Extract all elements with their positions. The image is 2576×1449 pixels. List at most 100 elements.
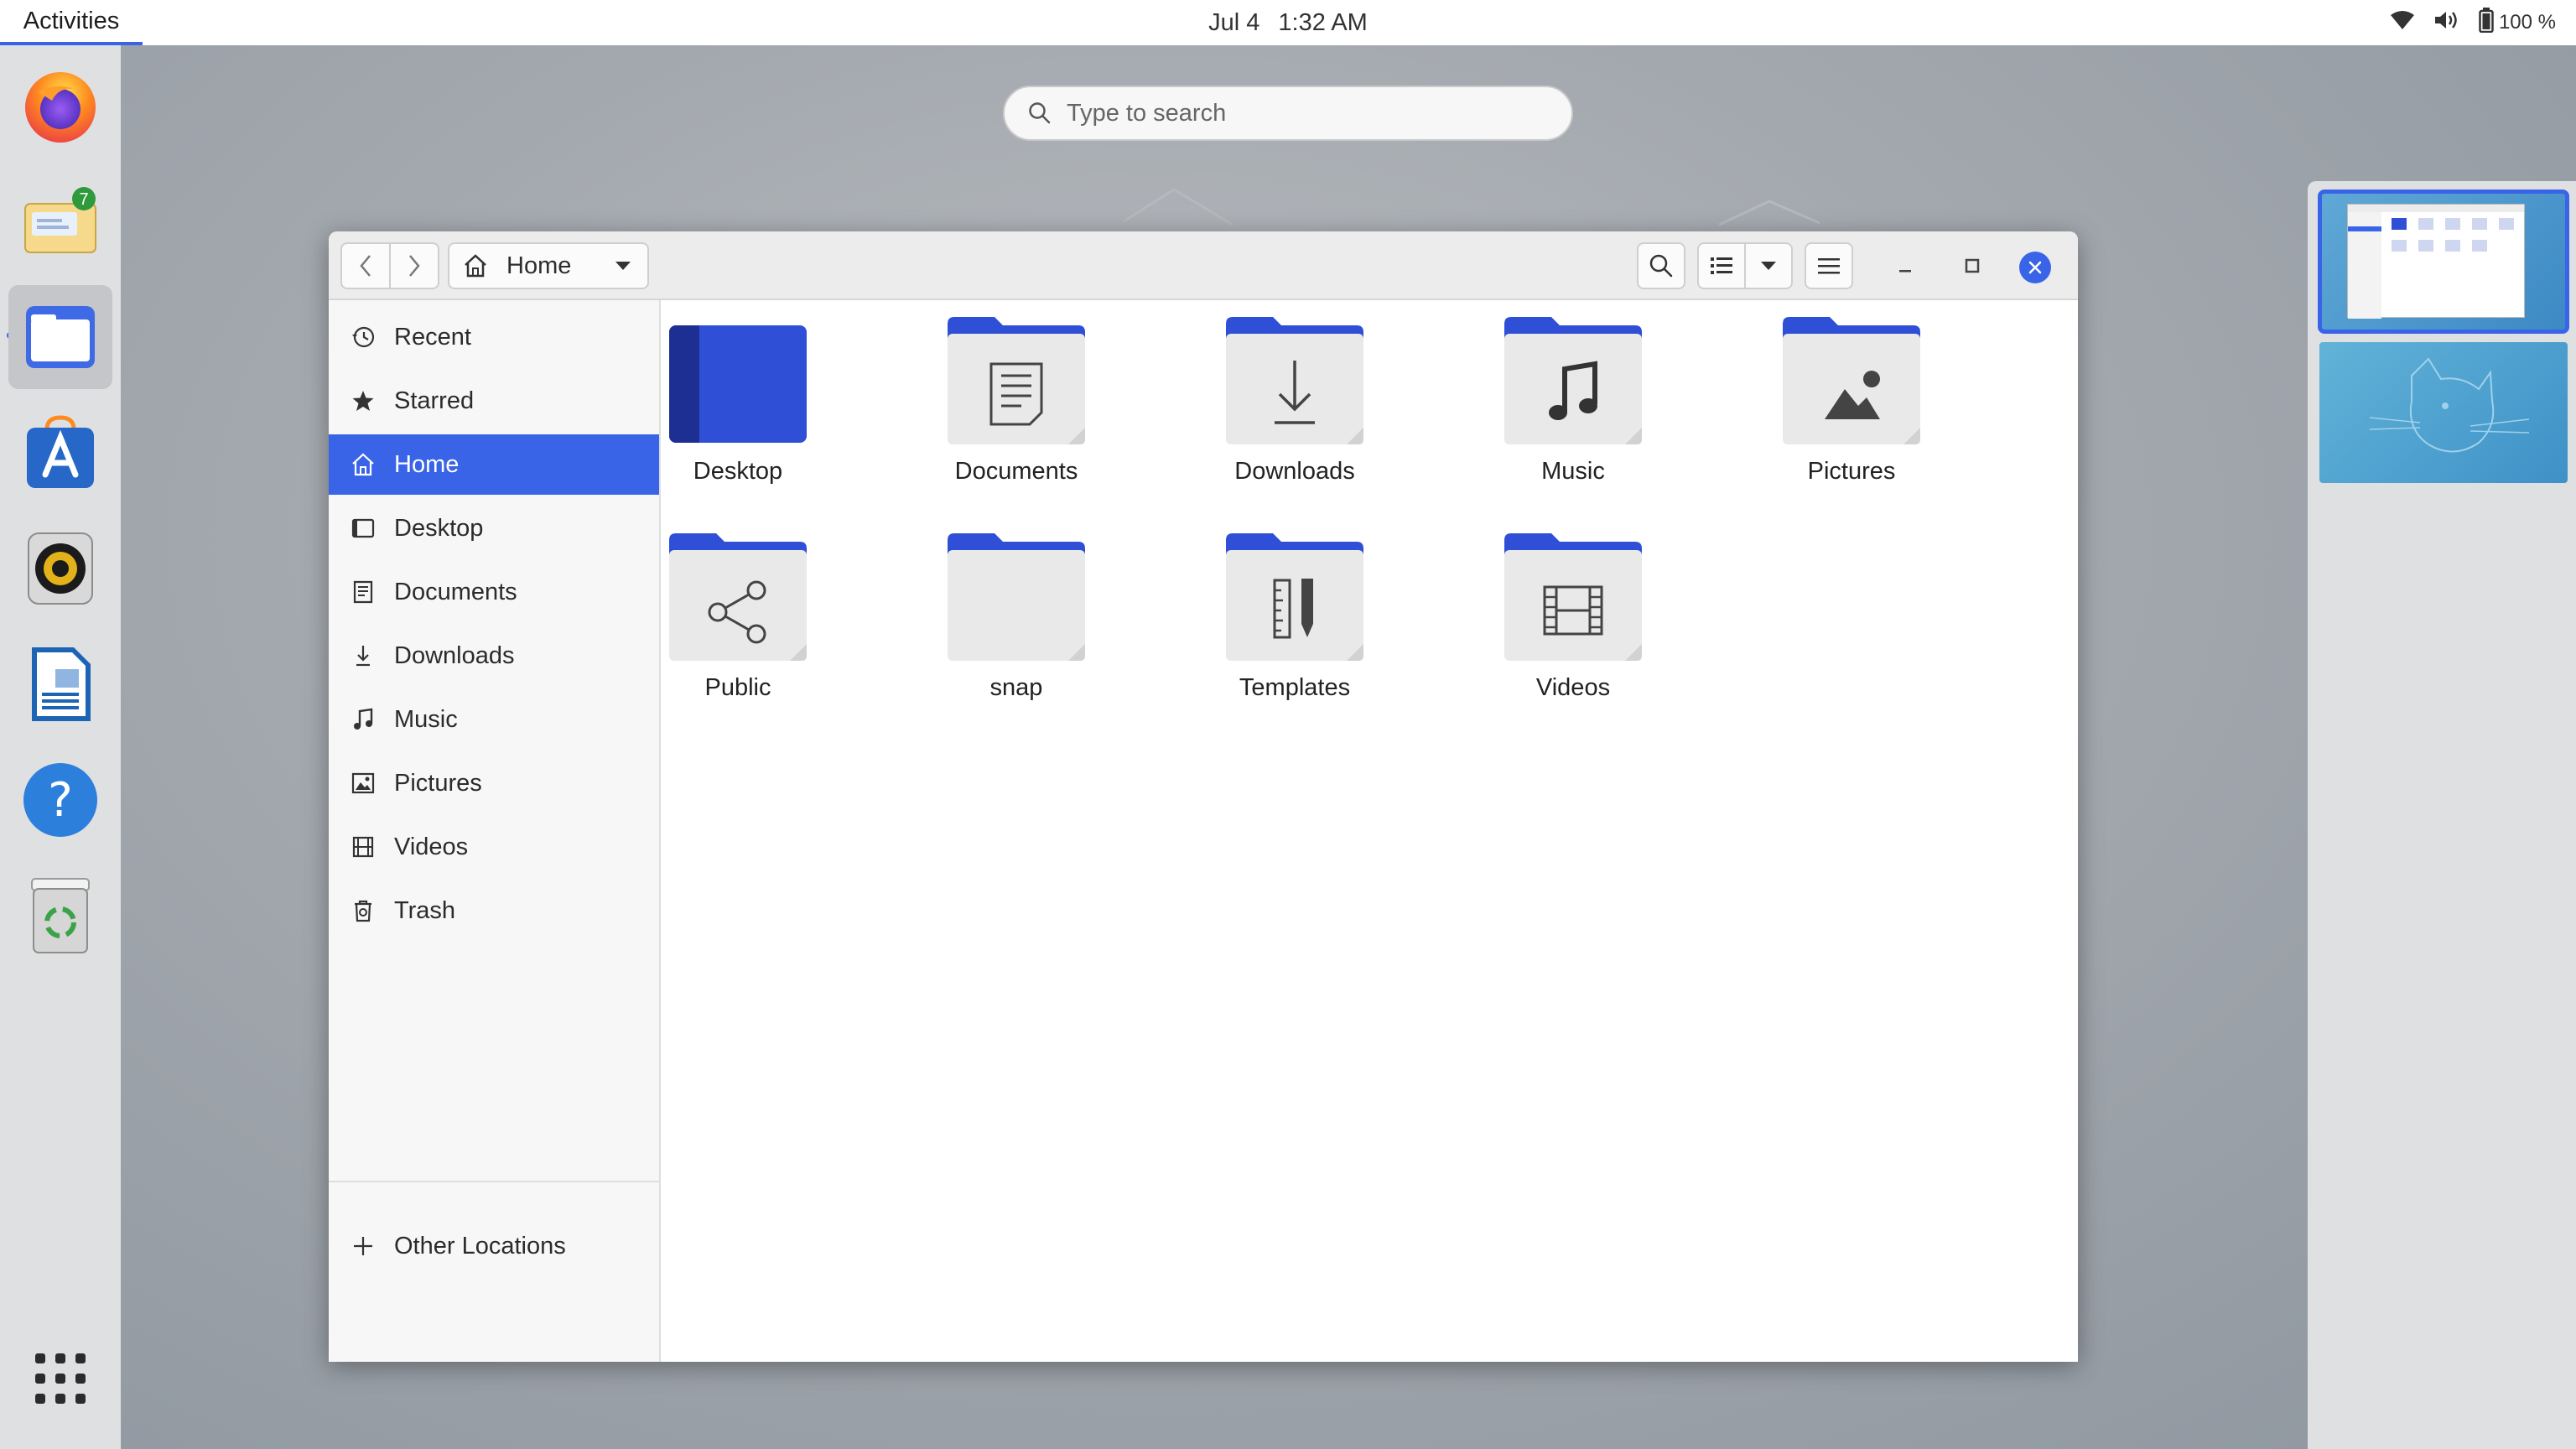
- file-item-snap[interactable]: snap: [891, 517, 1142, 718]
- file-item-desktop[interactable]: Desktop: [612, 300, 864, 501]
- file-item-public[interactable]: Public: [612, 517, 864, 718]
- system-tray[interactable]: 100 %: [2390, 0, 2556, 45]
- sidebar-item-label: Recent: [394, 323, 471, 351]
- plus-icon: [351, 1233, 376, 1259]
- videos-icon: [351, 834, 376, 860]
- folder-icon: [948, 533, 1085, 661]
- close-button[interactable]: [2019, 252, 2051, 283]
- dock-software[interactable]: [8, 401, 112, 505]
- dock-files[interactable]: [8, 285, 112, 389]
- path-bar-home[interactable]: Home: [448, 242, 649, 289]
- trash-icon: [351, 898, 376, 923]
- sidebar-divider: [329, 1181, 659, 1182]
- sidebar-item-recent[interactable]: Recent: [329, 307, 659, 367]
- documents-folder-icon: [948, 317, 1085, 444]
- files-window[interactable]: Home Recent Starred Home Desktop Documen…: [329, 231, 2078, 1362]
- sidebar-item-label: Trash: [394, 896, 456, 924]
- file-item-templates[interactable]: Templates: [1169, 517, 1420, 718]
- forward-button[interactable]: [389, 242, 439, 289]
- dock-thunderbird[interactable]: 7: [8, 169, 112, 273]
- sidebar-item-other-locations[interactable]: Other Locations: [329, 1216, 659, 1276]
- volume-icon: [2433, 9, 2460, 37]
- dock-firefox[interactable]: [8, 54, 112, 158]
- speaker-icon: [28, 532, 93, 605]
- wifi-icon: [2390, 10, 2415, 36]
- file-name: Pictures: [1807, 458, 1896, 485]
- overview-search[interactable]: [1003, 86, 1573, 141]
- dock-writer[interactable]: [8, 632, 112, 736]
- file-item-music[interactable]: Music: [1447, 300, 1699, 501]
- file-item-pictures[interactable]: Pictures: [1726, 300, 1977, 501]
- sidebar-item-label: Music: [394, 705, 458, 733]
- help-icon: ?: [23, 763, 97, 837]
- minimize-button[interactable]: [1882, 242, 1929, 289]
- sidebar-item-starred[interactable]: Starred: [329, 371, 659, 431]
- sidebar-item-label: Other Locations: [394, 1232, 566, 1259]
- templates-folder-icon: [1226, 533, 1363, 661]
- trash-icon: [31, 878, 90, 953]
- path-label: Home: [506, 252, 572, 279]
- sidebar-item-trash[interactable]: Trash: [329, 880, 659, 941]
- file-name: Videos: [1535, 674, 1611, 701]
- file-name: Downloads: [1234, 458, 1355, 485]
- file-name: Documents: [954, 458, 1078, 485]
- top-bar: Activities Jul 4 1:32 AM 100 %: [0, 0, 2576, 45]
- search-icon: [1649, 254, 1673, 278]
- maximize-button[interactable]: [1949, 242, 1996, 289]
- view-options-button[interactable]: [1744, 242, 1793, 289]
- main-menu-button[interactable]: [1805, 242, 1853, 289]
- music-folder-icon: [1504, 317, 1642, 444]
- view-mode-button[interactable]: [1697, 242, 1746, 289]
- file-name: snap: [989, 674, 1043, 701]
- dock-help[interactable]: ?: [8, 748, 112, 852]
- file-view: Desktop Documents Downloads Music Pictur…: [661, 300, 2078, 1362]
- firefox-icon: [25, 72, 96, 143]
- document-icon: [32, 647, 91, 721]
- sidebar-item-documents[interactable]: Documents: [329, 562, 659, 622]
- desktop-icon: [351, 516, 376, 541]
- sidebar-item-pictures[interactable]: Pictures: [329, 753, 659, 813]
- recent-icon: [351, 325, 376, 350]
- battery-icon: [2479, 7, 2494, 39]
- search-input[interactable]: [1067, 99, 1536, 127]
- file-name: Music: [1541, 458, 1605, 485]
- clock[interactable]: Jul 4 1:32 AM: [0, 0, 2576, 45]
- svg-text:?: ?: [48, 773, 73, 828]
- sidebar-item-home[interactable]: Home: [329, 434, 659, 495]
- file-item-downloads[interactable]: Downloads: [1169, 300, 1420, 501]
- file-item-documents[interactable]: Documents: [891, 300, 1142, 501]
- sidebar-item-label: Starred: [394, 387, 475, 414]
- sidebar-item-label: Home: [394, 450, 460, 478]
- battery-percentage: 100 %: [2498, 11, 2556, 34]
- sidebar-item-videos[interactable]: Videos: [329, 817, 659, 877]
- workspace-thumbnail-1[interactable]: [2318, 190, 2569, 334]
- window-preview: [2347, 204, 2525, 319]
- files-icon: [26, 306, 95, 368]
- back-button[interactable]: [340, 242, 391, 289]
- chevron-left-icon: [360, 255, 371, 277]
- downloads-folder-icon: [1226, 317, 1363, 444]
- dock-trash[interactable]: [8, 864, 112, 968]
- sidebar-item-desktop[interactable]: Desktop: [329, 498, 659, 558]
- dock-rhythmbox[interactable]: [8, 517, 112, 621]
- workspace-thumbnail-2[interactable]: [2319, 342, 2568, 483]
- search-button[interactable]: [1637, 242, 1685, 289]
- file-name: Public: [704, 674, 771, 701]
- file-name: Desktop: [693, 458, 783, 485]
- mail-icon: 7: [24, 187, 96, 253]
- close-icon: [2028, 261, 2042, 274]
- wallpaper-cat-icon: [2369, 357, 2530, 453]
- sidebar-item-downloads[interactable]: Downloads: [329, 626, 659, 686]
- sidebar-item-label: Pictures: [394, 769, 482, 797]
- app-store-icon: [27, 415, 94, 488]
- mail-badge: 7: [79, 190, 88, 209]
- show-apps-button[interactable]: [8, 1327, 112, 1431]
- sidebar-item-music[interactable]: Music: [329, 689, 659, 750]
- file-item-videos[interactable]: Videos: [1447, 517, 1699, 718]
- sidebar: Recent Starred Home Desktop Documents Do…: [329, 300, 661, 1362]
- header-bar: Home: [329, 231, 2078, 300]
- desktop-folder-icon: [669, 325, 807, 443]
- file-name: Templates: [1239, 674, 1351, 701]
- public-folder-icon: [669, 533, 807, 661]
- list-view-icon: [1711, 257, 1732, 274]
